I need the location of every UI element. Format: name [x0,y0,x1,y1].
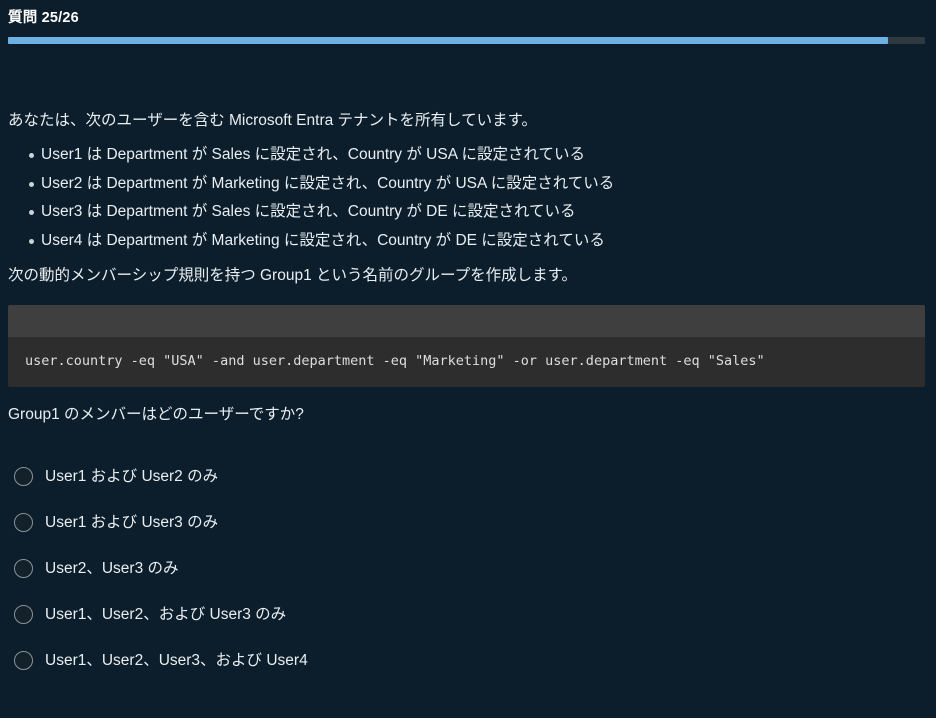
question-stem: あなたは、次のユーザーを含む Microsoft Entra テナントを所有して… [8,112,538,129]
option-label: User2、User3 のみ [45,559,179,577]
question-stem-secondary: 次の動的メンバーシップ規則を持つ Group1 という名前のグループを作成します… [8,266,578,284]
option-row-4[interactable]: User1、User2、および User3 のみ [8,600,928,628]
list-item: User1 は Department が Sales に設定され、Country… [8,144,928,166]
progress-bar-fill [8,37,889,44]
question-counter: 質問 25/26 [8,10,79,26]
option-row-2[interactable]: User1 および User3 のみ [8,508,928,536]
list-item: User4 は Department が Marketing に設定され、Cou… [8,230,928,252]
option-label: User1 および User3 のみ [45,513,219,531]
option-row-1[interactable]: User1 および User2 のみ [8,462,928,490]
code-block-body: user.country -eq "USA" -and user.departm… [8,337,925,387]
progress-bar-track [8,37,925,44]
option-label: User1、User2、および User3 のみ [45,605,287,623]
radio-button-icon[interactable] [14,650,33,670]
radio-button-icon[interactable] [14,604,33,624]
code-block-header [8,305,925,338]
radio-button-icon[interactable] [14,558,33,578]
code-block: user.country -eq "USA" -and user.departm… [8,305,925,387]
list-item: User3 は Department が Sales に設定され、Country… [8,201,928,223]
answer-options: User1 および User2 のみ User1 および User3 のみ Us… [8,462,928,674]
user-fact-list: User1 は Department が Sales に設定され、Country… [8,144,928,252]
radio-button-icon[interactable] [14,512,33,532]
option-row-3[interactable]: User2、User3 のみ [8,554,928,582]
option-label: User1 および User2 のみ [45,467,219,485]
quiz-body: あなたは、次のユーザーを含む Microsoft Entra テナントを所有して… [0,50,936,674]
question-prompt: Group1 のメンバーはどのユーザーですか? [8,405,304,423]
membership-rule-code: user.country -eq "USA" -and user.departm… [25,353,765,370]
option-label: User1、User2、User3、および User4 [45,651,308,669]
radio-button-icon[interactable] [14,466,33,486]
list-item: User2 は Department が Marketing に設定され、Cou… [8,173,928,195]
option-row-5[interactable]: User1、User2、User3、および User4 [8,646,928,674]
